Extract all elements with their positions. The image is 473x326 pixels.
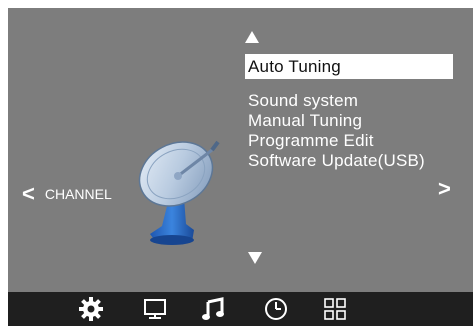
menu-item-auto-tuning[interactable]: Auto Tuning: [245, 54, 453, 79]
gear-icon[interactable]: [78, 296, 104, 322]
music-note-icon[interactable]: [201, 296, 227, 322]
scroll-up-arrow-icon[interactable]: [245, 31, 259, 43]
scroll-down-arrow-icon[interactable]: [248, 252, 262, 264]
menu-item-programme-edit[interactable]: Programme Edit: [245, 131, 453, 151]
nav-previous-category[interactable]: < CHANNEL: [22, 179, 112, 206]
grid-icon[interactable]: [322, 296, 348, 322]
monitor-icon[interactable]: [142, 296, 168, 322]
chevron-right-icon[interactable]: >: [438, 176, 451, 202]
menu-item-manual-tuning[interactable]: Manual Tuning: [245, 111, 453, 131]
clock-icon[interactable]: [263, 296, 289, 322]
satellite-dish-icon: [138, 140, 220, 245]
chevron-left-icon: <: [22, 181, 35, 206]
menu-item-software-update[interactable]: Software Update(USB): [245, 151, 453, 171]
channel-menu-list: Auto Tuning Sound system Manual Tuning P…: [245, 54, 453, 171]
menu-item-sound-system[interactable]: Sound system: [245, 91, 453, 111]
category-label: CHANNEL: [44, 186, 112, 202]
